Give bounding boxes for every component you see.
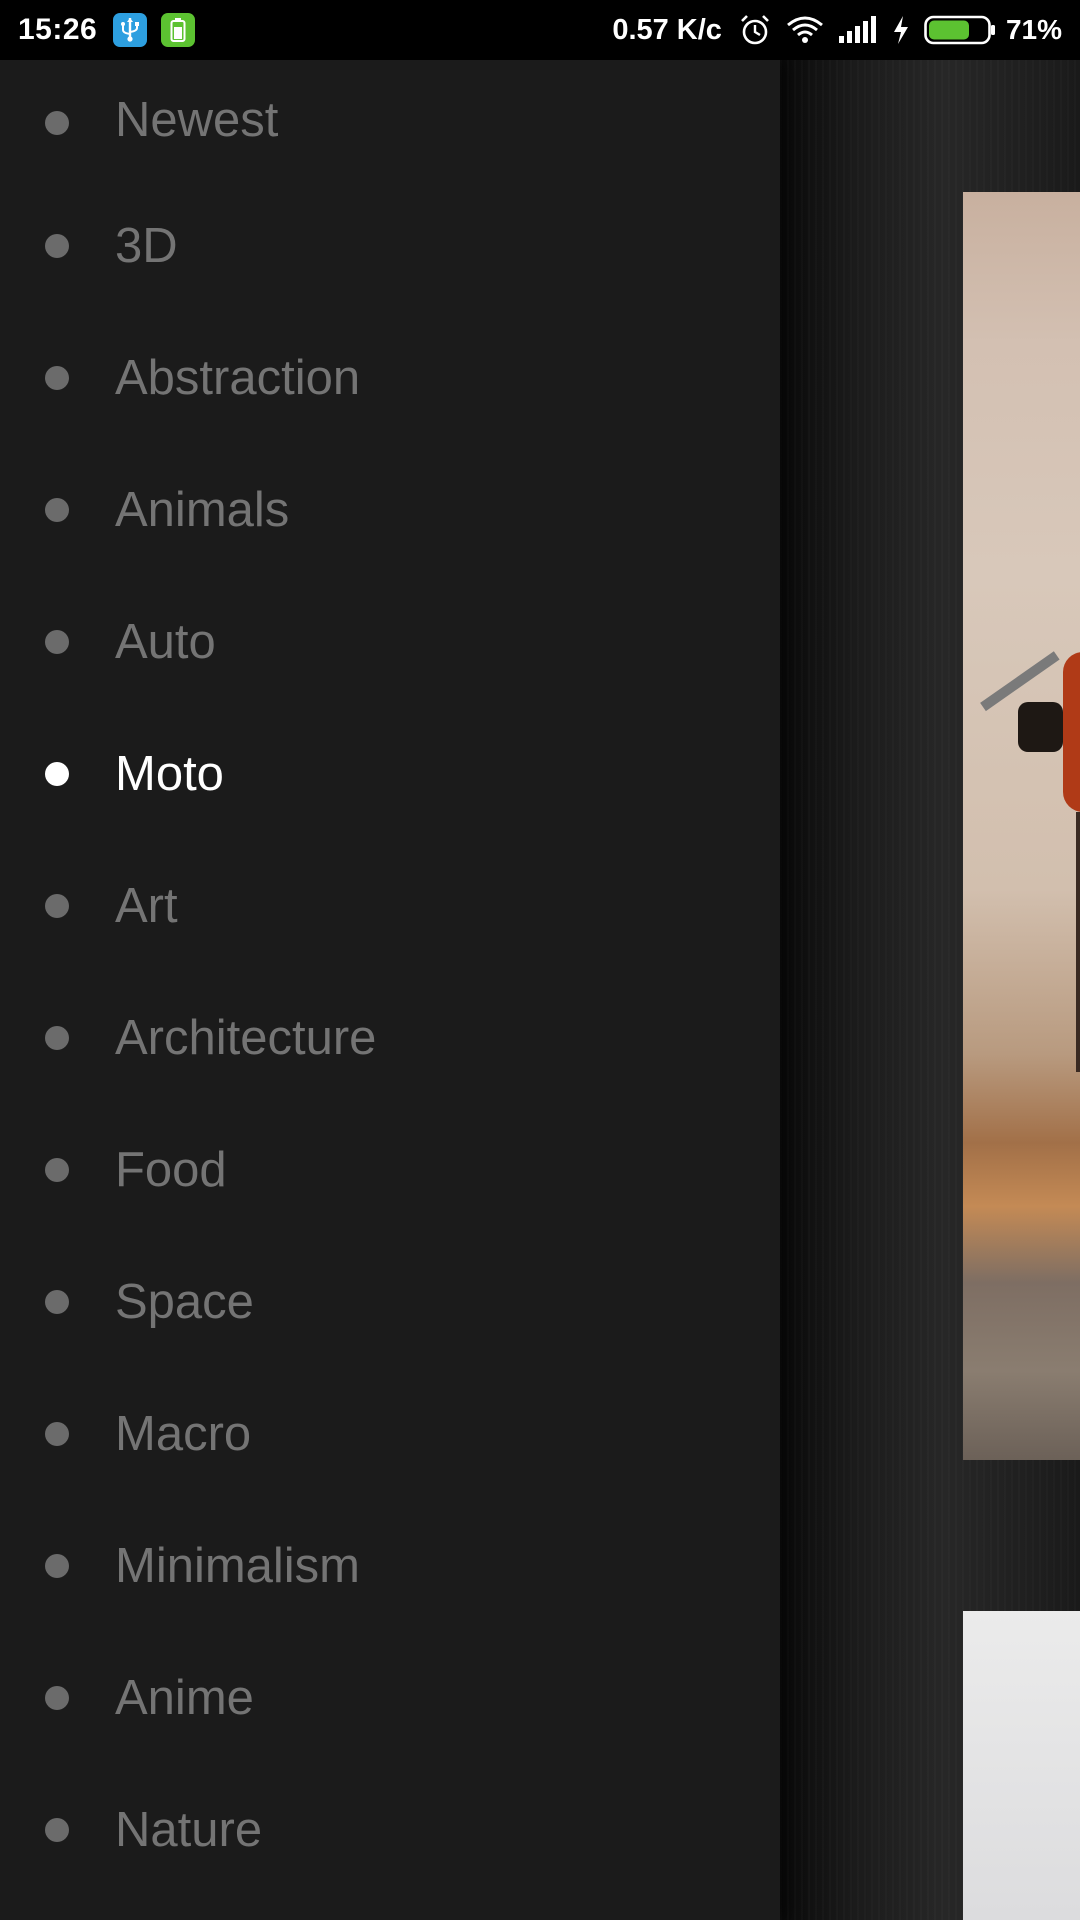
menu-item-minimalism[interactable]: Minimalism [0,1500,780,1632]
bullet-dot-icon [45,1818,69,1842]
bullet-dot-icon [45,366,69,390]
menu-item-label: Food [115,1142,227,1197]
menu-item-space[interactable]: Space [0,1236,780,1368]
menu-item-label: Moto [115,746,224,801]
bullet-dot-icon [45,1422,69,1446]
bullet-dot-icon [45,894,69,918]
bullet-dot-icon [45,1026,69,1050]
menu-item-architecture[interactable]: Architecture [0,972,780,1104]
menu-item-label: Macro [115,1406,252,1461]
wallpaper-thumbnail[interactable] [963,192,1080,1460]
menu-item-3d[interactable]: 3D [0,180,780,312]
bullet-dot-icon [45,762,69,786]
menu-item-label: Anime [115,1670,254,1725]
menu-item-label: Auto [115,614,216,669]
status-bar: 15:26 0.57 K/c 71% [0,0,1080,60]
bullet-dot-icon [45,234,69,258]
usb-icon [113,13,148,47]
menu-item-label: Minimalism [115,1538,360,1593]
menu-item-nature[interactable]: Nature [0,1764,780,1896]
status-bar-left: 15:26 [0,13,196,47]
motorcycle-handlebar [1018,702,1063,752]
bullet-dot-icon [45,498,69,522]
bullet-dot-icon [45,1554,69,1578]
menu-item-art[interactable]: Art [0,840,780,972]
menu-item-label: 3D [115,218,178,273]
menu-item-newest[interactable]: Newest [0,60,780,180]
wallpaper-thumbnail[interactable] [963,1611,1080,1920]
wifi-icon [786,15,824,45]
menu-item-label: Newest [115,93,279,147]
charging-icon [892,15,910,45]
menu-item-label: Abstraction [115,350,361,405]
battery-percent: 71% [1005,14,1062,45]
category-list: Newest 3D Abstraction Animals Auto Moto Art Arc… [0,60,780,1896]
menu-item-moto[interactable]: Moto [0,708,780,840]
menu-item-label: Nature [115,1802,263,1857]
motorcycle-tank [1063,652,1080,812]
menu-item-animals[interactable]: Animals [0,444,780,576]
menu-item-label: Architecture [115,1010,377,1065]
screen: 15:26 0.57 K/c 71% Newest 3D Abstraction… [0,0,1080,1920]
bullet-dot-icon [45,630,69,654]
menu-item-abstraction[interactable]: Abstraction [0,312,780,444]
bullet-dot-icon [45,111,69,135]
menu-item-label: Space [115,1274,254,1329]
network-speed: 0.57 K/c [612,13,722,46]
status-time: 15:26 [18,13,98,46]
category-drawer: Newest 3D Abstraction Animals Auto Moto Art Arc… [0,60,780,1920]
menu-item-food[interactable]: Food [0,1104,780,1236]
bullet-dot-icon [45,1290,69,1314]
bullet-dot-icon [45,1686,69,1710]
status-bar-right: 0.57 K/c 71% [612,13,1080,47]
menu-item-anime[interactable]: Anime [0,1632,780,1764]
bullet-dot-icon [45,1158,69,1182]
alarm-icon [738,13,772,47]
battery-saver-app-icon [161,13,196,47]
menu-item-auto[interactable]: Auto [0,576,780,708]
menu-item-label: Animals [115,482,290,537]
menu-item-label: Art [115,878,178,933]
menu-item-macro[interactable]: Macro [0,1368,780,1500]
signal-icon [838,16,878,44]
battery-icon [924,15,996,45]
motorcycle-fork [1076,812,1080,1072]
